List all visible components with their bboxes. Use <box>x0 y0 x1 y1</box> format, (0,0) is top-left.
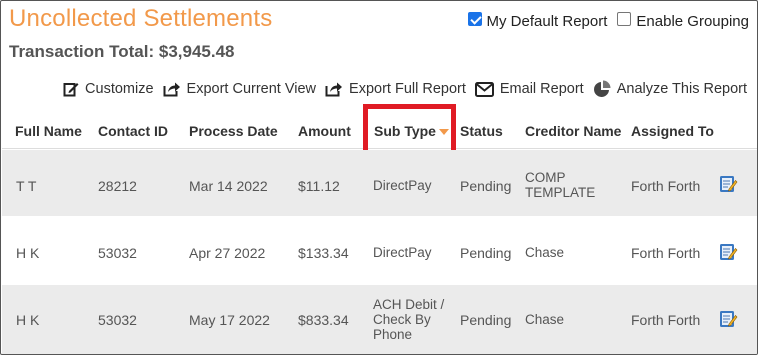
cell-process-date: Mar 14 2022 <box>189 178 268 194</box>
cell-full-name: H K <box>16 312 40 328</box>
analyze-report-label: Analyze This Report <box>616 81 747 97</box>
customize-icon <box>63 83 79 97</box>
export-current-view-label: Export Current View <box>186 81 317 97</box>
cell-status: Pending <box>460 312 512 328</box>
export-current-view-button[interactable]: Export Current View <box>163 81 316 97</box>
column-header-process-date[interactable]: Process Date <box>189 123 278 139</box>
report-toolbar: Customize Export Current View Export Ful… <box>54 80 747 98</box>
cell-assigned-to: Forth Forth <box>631 312 701 328</box>
cell-creditor-line: TEMPLATE <box>525 185 596 200</box>
cell-contact-id: 53032 <box>98 312 137 328</box>
column-header-status[interactable]: Status <box>460 123 503 139</box>
export-full-report-button[interactable]: Export Full Report <box>325 81 466 97</box>
cell-contact-id: 28212 <box>98 178 137 194</box>
pie-chart-icon <box>593 80 611 97</box>
enable-grouping-checkbox[interactable] <box>617 11 632 26</box>
default-report-checkbox[interactable] <box>467 11 482 26</box>
enable-grouping-option[interactable]: Enable Grouping <box>617 11 749 30</box>
default-report-option[interactable]: My Default Report <box>467 11 608 30</box>
cell-amount: $833.34 <box>298 312 349 328</box>
edit-note-icon[interactable] <box>718 174 738 194</box>
export-full-report-label: Export Full Report <box>349 81 466 97</box>
column-header-contact-id[interactable]: Contact ID <box>98 123 168 139</box>
transaction-total: Transaction Total: $3,945.48 <box>9 42 235 61</box>
customize-label: Customize <box>85 81 154 97</box>
email-report-label: Email Report <box>499 81 584 97</box>
column-header-full-name[interactable]: Full Name <box>15 123 82 139</box>
cell-process-date: Apr 27 2022 <box>189 245 266 261</box>
page-title: Uncollected Settlements <box>9 5 273 32</box>
report-options: My Default Report Enable Grouping <box>458 11 749 30</box>
column-header-amount[interactable]: Amount <box>298 123 351 139</box>
email-icon <box>474 81 494 97</box>
analyze-report-button[interactable]: Analyze This Report <box>593 80 747 98</box>
table-row[interactable]: T T 28212 Mar 14 2022 $11.12 DirectPay P… <box>2 150 757 216</box>
edit-note-icon[interactable] <box>718 309 738 329</box>
email-report-button[interactable]: Email Report <box>474 81 584 97</box>
cell-sub-type-line: Check By <box>373 312 431 327</box>
edit-note-icon[interactable] <box>718 242 738 262</box>
column-header-creditor-name[interactable]: Creditor Name <box>525 123 621 139</box>
cell-contact-id: 53032 <box>98 245 137 261</box>
cell-assigned-to: Forth Forth <box>631 245 701 261</box>
cell-full-name: H K <box>16 245 40 261</box>
cell-sub-type-line: Phone <box>373 327 413 342</box>
cell-creditor-line: COMP <box>525 170 566 185</box>
customize-button[interactable]: Customize <box>63 81 154 97</box>
cell-status: Pending <box>460 178 512 194</box>
cell-sub-type: DirectPay <box>373 245 432 260</box>
sub-type-highlight-box <box>363 104 456 156</box>
table-row[interactable]: H K 53032 May 17 2022 $833.34 ACH Debit … <box>2 285 757 354</box>
export-icon <box>163 82 180 97</box>
cell-creditor-line: Chase <box>525 245 565 260</box>
default-report-label: My Default Report <box>486 13 608 30</box>
cell-assigned-to: Forth Forth <box>631 178 701 194</box>
enable-grouping-label: Enable Grouping <box>636 13 749 30</box>
cell-amount: $133.34 <box>298 245 349 261</box>
cell-amount: $11.12 <box>298 178 340 194</box>
cell-status: Pending <box>460 245 512 261</box>
cell-full-name: T T <box>16 178 37 194</box>
cell-sub-type: DirectPay <box>373 178 432 193</box>
column-header-assigned-to[interactable]: Assigned To <box>631 123 714 139</box>
table-row[interactable]: H K 53032 Apr 27 2022 $133.34 DirectPay … <box>2 218 757 284</box>
cell-sub-type-line: ACH Debit / <box>373 297 445 312</box>
cell-process-date: May 17 2022 <box>189 312 270 328</box>
report-panel: Uncollected Settlements Transaction Tota… <box>0 0 758 355</box>
export-icon <box>325 82 343 97</box>
cell-creditor-line: Chase <box>525 312 565 327</box>
